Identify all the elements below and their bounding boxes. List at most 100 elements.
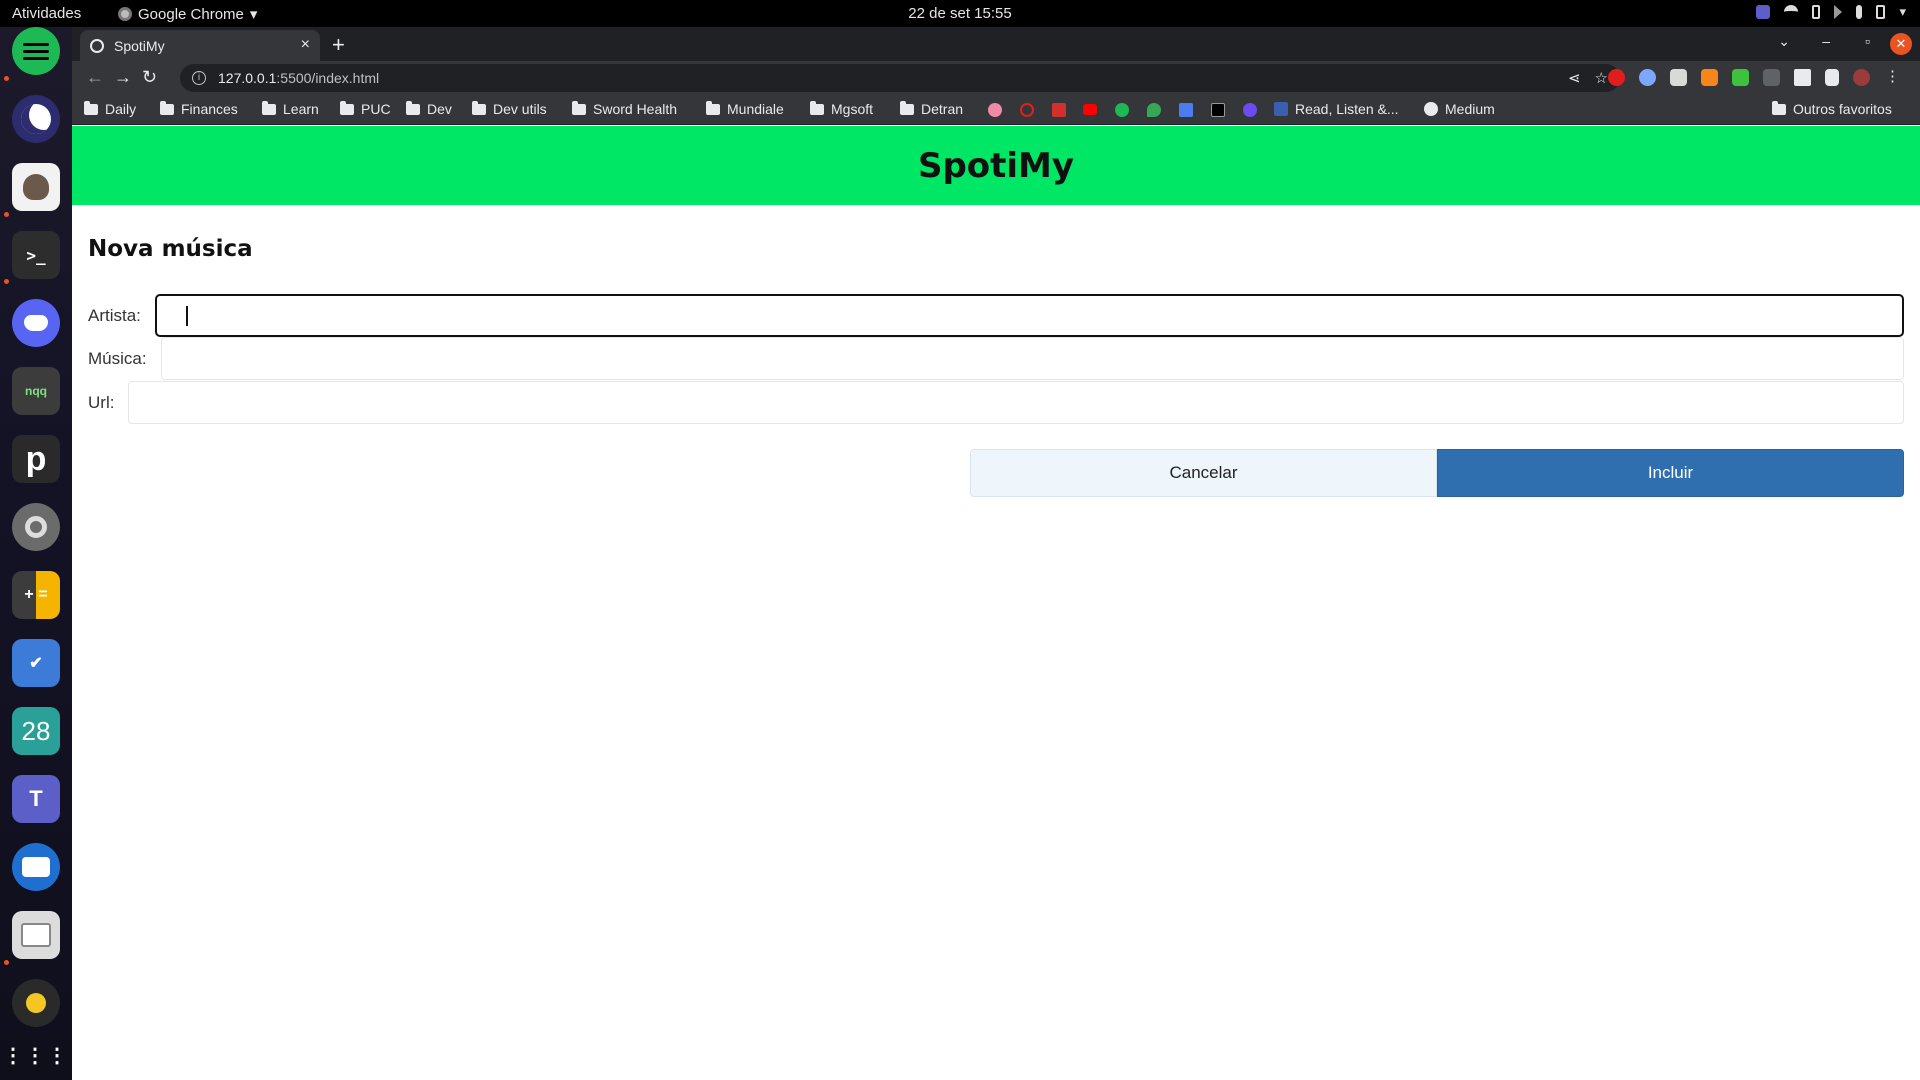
url-host: 127.0.0.1	[218, 70, 277, 86]
chevron-down-icon: ▾	[249, 6, 258, 23]
bookmark-label: Mgsoft	[831, 101, 874, 117]
red-bookmark-icon[interactable]	[1052, 103, 1066, 117]
avatar[interactable]	[1853, 69, 1870, 86]
bookmark-folder[interactable]: Mundiale	[706, 100, 784, 117]
chevron-down-icon[interactable]: ▾	[1899, 4, 1906, 20]
text-caret	[186, 306, 188, 326]
terminal-icon[interactable]: >_	[12, 231, 60, 279]
new-tab-button[interactable]: +	[332, 32, 345, 58]
tasks-icon[interactable]: ✔	[12, 639, 60, 687]
bookmark-label: Detran	[921, 101, 964, 117]
bookmark-read-listen[interactable]: Read, Listen &...	[1274, 101, 1399, 117]
window-close-button[interactable]: ✕	[1890, 33, 1912, 55]
bookmark-folder[interactable]: Dev utils	[472, 100, 547, 117]
song-input[interactable]	[160, 337, 1904, 380]
folder-icon	[84, 100, 98, 115]
bookmark-label: Learn	[283, 101, 319, 117]
bookmark-medium[interactable]: Medium	[1424, 101, 1495, 117]
back-arrow-icon[interactable]: ←	[86, 67, 104, 88]
bookmark-label: Sword Health	[593, 101, 678, 117]
chevron-down-icon[interactable]: ⌄	[1778, 33, 1790, 50]
app-menu[interactable]: Google Chrome ▾	[118, 5, 257, 23]
sidepanel-icon[interactable]	[1825, 69, 1839, 86]
form-actions: Cancelar Incluir	[970, 449, 1904, 497]
song-row: Música:	[88, 337, 1904, 380]
tab-spotimy[interactable]: SpotiMy ×	[80, 30, 320, 61]
submit-button[interactable]: Incluir	[1437, 449, 1904, 497]
bookmark-folder[interactable]: Finances	[160, 100, 238, 117]
settings-gear-icon[interactable]	[12, 503, 60, 551]
folder-icon	[160, 100, 174, 115]
discord-icon[interactable]	[12, 299, 60, 347]
song-label: Música:	[88, 348, 147, 368]
spotify-bookmark-icon[interactable]	[1115, 103, 1129, 117]
bookmark-label: Dev utils	[493, 101, 547, 117]
artist-input[interactable]	[154, 294, 1904, 337]
activities-button[interactable]: Atividades	[12, 5, 81, 22]
reload-icon[interactable]: ↻	[142, 67, 157, 88]
brain-bookmark-icon[interactable]	[988, 103, 1002, 117]
running-indicator	[4, 76, 9, 81]
info-icon[interactable]: i	[192, 71, 206, 85]
bookmark-label: Outros favoritos	[1793, 101, 1892, 117]
microphone-icon[interactable]	[1856, 5, 1863, 19]
thunderbird-icon[interactable]	[12, 843, 60, 891]
docs-icon[interactable]	[1179, 103, 1193, 117]
teams-tray-icon[interactable]	[1756, 5, 1771, 19]
wifi-icon[interactable]	[1784, 5, 1799, 19]
calendar-icon[interactable]: 28	[12, 707, 60, 755]
teams-icon[interactable]: T	[12, 775, 60, 823]
rhythmbox-icon[interactable]	[12, 979, 60, 1027]
system-tray[interactable]: ▾	[1756, 4, 1906, 20]
puzzle-extensions-icon[interactable]	[1794, 69, 1811, 86]
bookmark-folder[interactable]: Learn	[262, 100, 319, 117]
pycharm-p-icon[interactable]: p	[12, 435, 60, 483]
react-devtools-icon[interactable]	[1639, 69, 1656, 86]
pen-extension-icon[interactable]	[1732, 69, 1749, 86]
bookmark-folder[interactable]: Detran	[900, 100, 964, 117]
black-bookmark-icon[interactable]	[1211, 103, 1225, 117]
adblock-extension-icon[interactable]	[1608, 69, 1625, 86]
bookmark-folder[interactable]: PUC	[340, 100, 391, 117]
restore-button[interactable]: ▫	[1865, 33, 1870, 49]
circle-bookmark-icon[interactable]	[1020, 103, 1034, 117]
bookmark-label: Daily	[105, 101, 137, 117]
bookmark-folder[interactable]: Sword Health	[572, 100, 678, 117]
folder-icon	[340, 100, 354, 115]
form-title: Nova música	[88, 236, 253, 262]
address-bar[interactable]: i 127.0.0.1 :5500/index.html ⋖ ☆	[180, 64, 1620, 92]
kebab-menu-icon[interactable]: ⋮	[1884, 69, 1901, 86]
running-indicator	[4, 960, 9, 965]
files-icon[interactable]	[12, 911, 60, 959]
share-icon[interactable]: ⋖	[1568, 69, 1581, 87]
forward-arrow-icon[interactable]: →	[114, 67, 132, 88]
battery-icon[interactable]	[1876, 5, 1886, 19]
youtube-icon[interactable]	[1083, 104, 1097, 115]
extension-icon[interactable]	[1670, 69, 1687, 86]
close-icon[interactable]: ×	[301, 36, 310, 54]
bookmark-folder[interactable]: Mgsoft	[810, 100, 874, 117]
calculator-icon[interactable]: + =	[12, 571, 60, 619]
show-apps-grid-icon[interactable]: ⋮⋮⋮	[3, 1037, 67, 1073]
bookmark-folder[interactable]: Dev	[406, 100, 452, 117]
cancel-button[interactable]: Cancelar	[970, 449, 1437, 497]
page-viewport: SpotiMy Nova música Artista: Música: Url…	[72, 126, 1920, 1080]
bookmarks-bar: Daily Finances Learn PUC Dev Dev utils S…	[72, 95, 1920, 125]
eclipse-icon[interactable]	[12, 95, 60, 143]
at-sign-icon[interactable]	[1243, 103, 1257, 117]
bluetooth-icon[interactable]	[1812, 5, 1821, 19]
metamask-fox-icon[interactable]	[1701, 69, 1718, 86]
url-input[interactable]	[128, 381, 1904, 424]
bookmark-other-folders[interactable]: Outros favoritos	[1772, 100, 1892, 117]
star-icon[interactable]: ☆	[1595, 69, 1608, 87]
spotify-icon[interactable]	[12, 27, 60, 75]
maps-icon[interactable]	[1147, 103, 1161, 117]
clock[interactable]: 22 de set 15:55	[908, 5, 1011, 22]
nqq-icon[interactable]: nqq	[12, 367, 60, 415]
gimp-icon[interactable]	[12, 163, 60, 211]
volume-icon[interactable]	[1834, 5, 1843, 19]
cast-icon[interactable]	[1763, 69, 1780, 86]
minimize-button[interactable]: –	[1822, 33, 1830, 49]
bookmark-folder[interactable]: Daily	[84, 100, 137, 117]
chrome-icon	[118, 7, 132, 21]
